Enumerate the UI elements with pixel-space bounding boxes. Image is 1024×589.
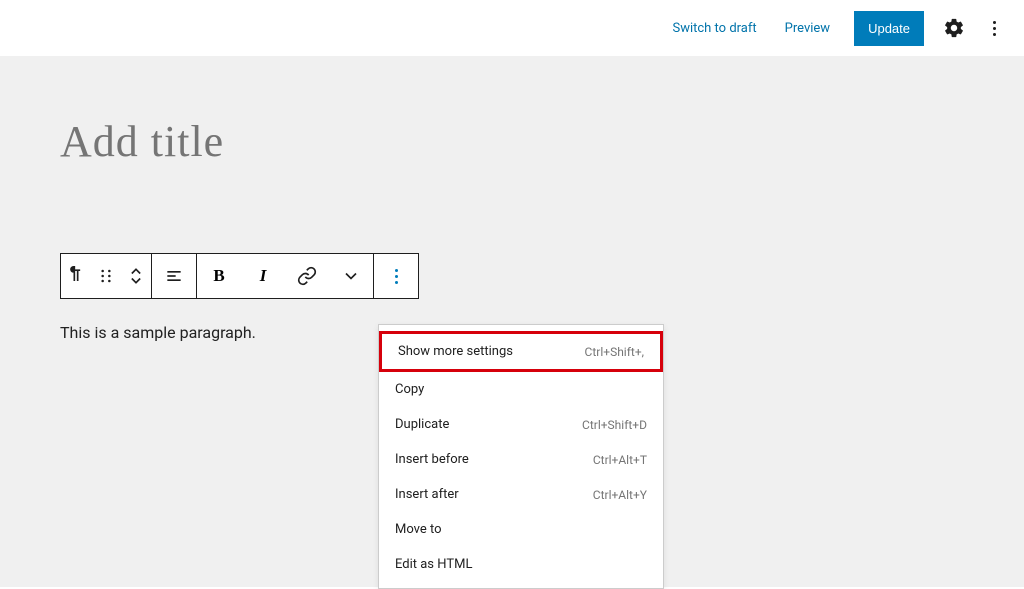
menu-item-label: Copy [395,382,424,397]
update-button[interactable]: Update [854,11,924,46]
menu-item-duplicate[interactable]: Duplicate Ctrl+Shift+D [379,407,663,442]
italic-button[interactable]: I [241,254,285,298]
move-arrows-button[interactable] [121,254,151,298]
menu-item-label: Insert before [395,452,469,467]
menu-item-label: Show more settings [398,344,513,359]
align-button[interactable] [152,254,196,298]
paragraph-icon [66,266,86,286]
kebab-icon [395,269,398,284]
menu-item-label: Edit as HTML [395,557,472,572]
block-options-button[interactable] [374,254,418,298]
menu-item-insert-before[interactable]: Insert before Ctrl+Alt+T [379,442,663,477]
bold-button[interactable]: B [197,254,241,298]
switch-to-draft-link[interactable]: Switch to draft [660,13,768,44]
move-updown-icon [126,266,146,286]
menu-item-move-to[interactable]: Move to [379,512,663,547]
preview-link[interactable]: Preview [773,13,842,44]
drag-handle-button[interactable] [91,254,121,298]
align-left-icon [164,266,184,286]
settings-button[interactable] [936,10,972,46]
menu-item-shortcut: Ctrl+Alt+Y [593,488,647,502]
kebab-icon [993,21,996,36]
block-options-menu: Show more settings Ctrl+Shift+, Copy Dup… [378,324,664,589]
menu-item-label: Insert after [395,487,459,502]
menu-item-insert-after[interactable]: Insert after Ctrl+Alt+Y [379,477,663,512]
post-title-input[interactable] [60,116,780,167]
block-toolbar: B I [60,253,419,299]
menu-item-edit-html[interactable]: Edit as HTML [379,547,663,582]
menu-item-label: Duplicate [395,417,449,432]
menu-item-copy[interactable]: Copy [379,372,663,407]
menu-item-shortcut: Ctrl+Shift+, [585,345,644,359]
drag-icon [96,266,116,286]
link-icon [297,266,317,286]
menu-item-shortcut: Ctrl+Alt+T [593,453,647,467]
gear-icon [943,17,965,39]
menu-item-shortcut: Ctrl+Shift+D [582,418,647,432]
menu-item-show-more-settings[interactable]: Show more settings Ctrl+Shift+, [379,331,663,372]
link-button[interactable] [285,254,329,298]
chevron-down-icon [341,266,361,286]
menu-item-label: Move to [395,522,442,537]
editor-top-bar: Switch to draft Preview Update [0,0,1024,56]
more-options-button[interactable] [976,10,1012,46]
more-text-button[interactable] [329,254,373,298]
paragraph-block-button[interactable] [61,254,91,298]
